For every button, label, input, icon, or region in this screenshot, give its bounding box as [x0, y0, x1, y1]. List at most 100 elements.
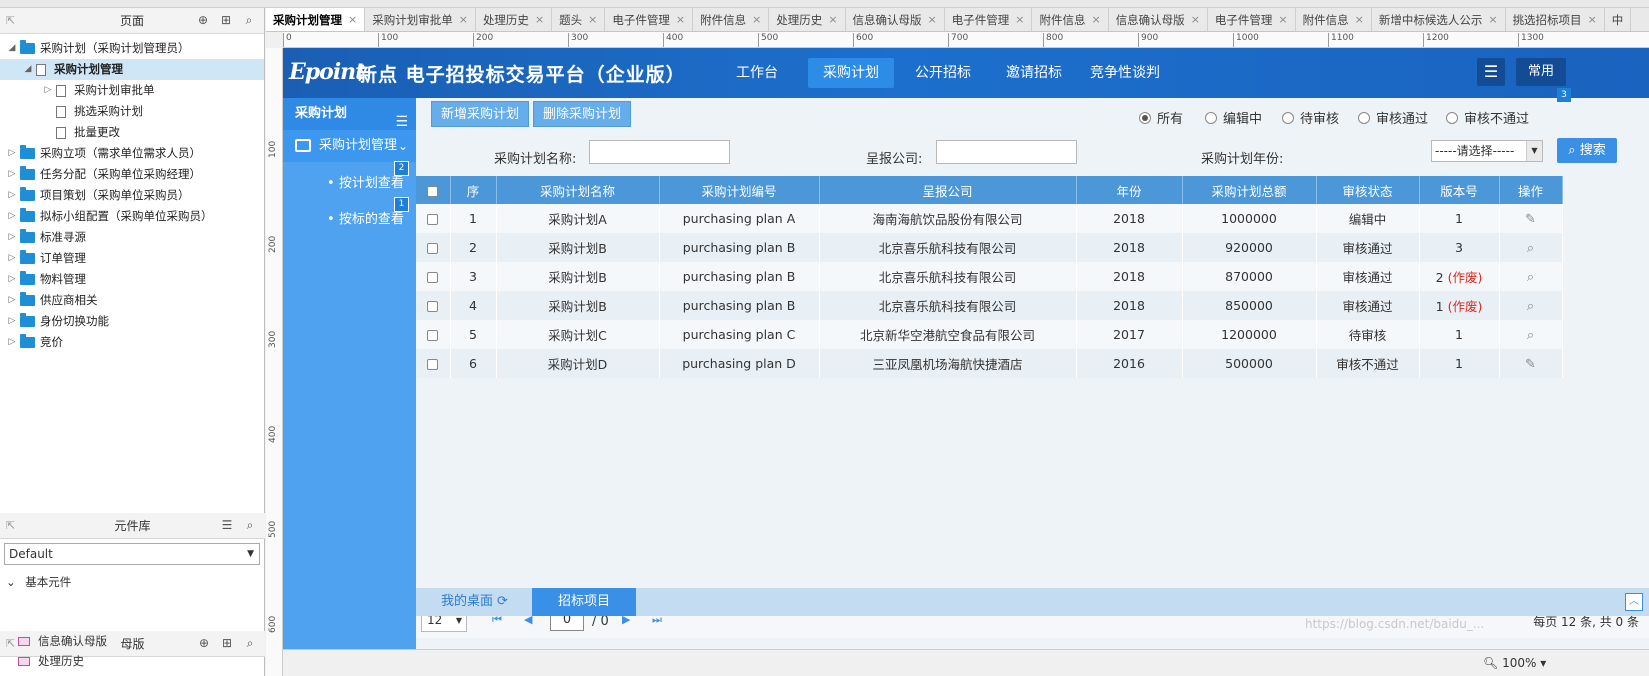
table-row[interactable]: 3 采购计划B purchasing plan B 北京喜乐航科技有限公司 2018 87… [416, 262, 1563, 291]
chevron-right-icon[interactable]: ▷ [6, 206, 18, 227]
tree-item[interactable]: ▷ 供应商相关 [0, 290, 264, 311]
select-all-cell[interactable] [416, 176, 451, 204]
chevron-right-icon[interactable]: ▷ [6, 143, 18, 164]
master-item[interactable]: 处理历史 [18, 651, 84, 671]
operation-cell[interactable]: ⌕ [1499, 262, 1563, 291]
table-row[interactable]: 2 采购计划B purchasing plan B 北京喜乐航科技有限公司 2018 92… [416, 233, 1563, 262]
tab-my-desktop[interactable]: 我的桌面 ⟳ [441, 588, 508, 616]
close-icon[interactable]: × [752, 8, 761, 31]
tree-item[interactable]: ▷ 采购立项（需求单位需求人员） [0, 143, 264, 164]
document-tab[interactable]: 电子件管理 × [1208, 8, 1296, 31]
document-tab[interactable]: 附件信息 × [693, 8, 770, 31]
close-icon[interactable]: × [1355, 8, 1364, 31]
operation-cell[interactable]: ✎ [1499, 204, 1563, 233]
chevron-right-icon[interactable]: ▷ [6, 185, 18, 206]
menu-icon[interactable]: ☰ [220, 518, 234, 533]
row-checkbox[interactable] [427, 359, 439, 370]
nav-item-workbench[interactable]: 工作台 [721, 58, 793, 88]
document-tab[interactable]: 题头 × [552, 8, 606, 31]
zoom-level[interactable]: 🔍︎ 100% ▾ [1483, 656, 1546, 670]
close-icon[interactable]: × [1015, 8, 1024, 31]
chevron-down-icon[interactable]: ◢ [22, 59, 34, 80]
checkbox-cell[interactable] [416, 291, 451, 320]
filter-radio-editing[interactable]: 编辑中 [1205, 108, 1262, 127]
document-tab[interactable]: 处理历史 × [476, 8, 553, 31]
library-select[interactable]: Default ▼ [4, 543, 260, 565]
tree-item[interactable]: ▷ 身份切换功能 [0, 311, 264, 332]
search-icon[interactable]: ⌕ [243, 518, 257, 533]
add-folder-icon[interactable]: ⊞ [220, 636, 234, 651]
library-basic-item[interactable]: ⌄ 基本元件 [6, 574, 71, 590]
close-icon[interactable]: × [928, 8, 937, 31]
tree-item[interactable]: ◢ 采购计划（采购计划管理员） [0, 38, 264, 59]
chevron-right-icon[interactable]: ▷ [6, 227, 18, 248]
close-icon[interactable]: × [1278, 8, 1287, 31]
chevron-right-icon[interactable]: ▷ [6, 164, 18, 185]
add-master-icon[interactable]: ⊕ [197, 636, 211, 651]
document-tab[interactable]: 挑选招标项目 × [1506, 8, 1605, 31]
nav-item-procurement-plan[interactable]: 采购计划 [808, 58, 894, 88]
year-select[interactable]: -----请选择----- ▼ [1431, 140, 1543, 162]
delete-plan-button[interactable]: 删除采购计划 [533, 101, 632, 127]
row-checkbox[interactable] [427, 301, 439, 312]
nav-item-public-tender[interactable]: 公开招标 [900, 58, 986, 88]
pencil-icon[interactable]: ✎ [1525, 212, 1536, 227]
operation-cell[interactable]: ⌕ [1499, 233, 1563, 262]
tree-item[interactable]: ▷ 采购计划审批单 [0, 80, 264, 101]
filter-radio-all[interactable]: 所有 [1139, 108, 1183, 127]
tree-item[interactable]: ▷ 任务分配（采购单位采购经理） [0, 164, 264, 185]
search-button[interactable]: ⌕ 搜索 [1557, 138, 1617, 163]
row-checkbox[interactable] [427, 214, 439, 225]
row-checkbox[interactable] [427, 330, 439, 341]
document-tab[interactable]: 信息确认母版 × [846, 8, 945, 31]
table-row[interactable]: 6 采购计划D purchasing plan D 三亚凤凰机场海航快捷酒店 2016 5… [416, 349, 1563, 378]
close-icon[interactable]: × [1588, 8, 1597, 31]
add-plan-button[interactable]: 新增采购计划 [431, 101, 530, 127]
common-button[interactable]: 常用 [1516, 58, 1566, 86]
row-checkbox[interactable] [427, 243, 439, 254]
pencil-icon[interactable]: ✎ [1525, 357, 1536, 372]
magnifier-icon[interactable]: ⌕ [1527, 328, 1534, 343]
magnifier-icon[interactable]: ⌕ [1527, 270, 1534, 285]
search-icon[interactable]: ⌕ [243, 636, 257, 651]
checkbox-cell[interactable] [416, 233, 451, 262]
tree-item[interactable]: 挑选采购计划 [0, 101, 264, 122]
search-icon[interactable]: ⌕ [242, 13, 256, 28]
chevron-right-icon[interactable]: ▷ [6, 248, 18, 269]
chevron-right-icon[interactable]: ▷ [42, 80, 54, 101]
filter-radio-pending[interactable]: 待审核 [1282, 108, 1339, 127]
chevron-right-icon[interactable]: ▷ [6, 311, 18, 332]
tree-item[interactable]: ▷ 拟标小组配置（采购单位采购员） [0, 206, 264, 227]
nav-item-negotiation[interactable]: 竞争性谈判 [1075, 58, 1175, 88]
menu-icon[interactable]: ☰ [1477, 58, 1505, 86]
close-icon[interactable]: × [459, 8, 468, 31]
table-row[interactable]: 1 采购计划A purchasing plan A 海南海航饮品股份有限公司 2018 1… [416, 204, 1563, 233]
document-tab[interactable]: 采购计划审批单 × [365, 8, 476, 31]
tree-item[interactable]: ▷ 标准寻源 [0, 227, 264, 248]
nav-item-invited-tender[interactable]: 邀请招标 [991, 58, 1077, 88]
tree-item[interactable]: ◢ 采购计划管理 [0, 59, 264, 80]
magnifier-icon[interactable]: ⌕ [1527, 241, 1534, 256]
document-tab[interactable]: 附件信息 × [1296, 8, 1372, 31]
table-row[interactable]: 4 采购计划B purchasing plan B 北京喜乐航科技有限公司 2018 85… [416, 291, 1563, 320]
checkbox-cell[interactable] [416, 349, 451, 378]
close-icon[interactable]: × [348, 8, 357, 31]
close-icon[interactable]: × [828, 8, 837, 31]
select-all-checkbox[interactable] [427, 185, 439, 197]
checkbox-cell[interactable] [416, 320, 451, 349]
tree-item[interactable]: ▷ 项目策划（采购单位采购员） [0, 185, 264, 206]
checkbox-cell[interactable] [416, 204, 451, 233]
document-tab[interactable]: 电子件管理 × [605, 8, 694, 31]
tree-item[interactable]: ▷ 物料管理 [0, 269, 264, 290]
filter-radio-approved[interactable]: 审核通过 [1358, 108, 1428, 127]
side-nav-group[interactable]: 采购计划管理 ⌄ [283, 130, 416, 162]
company-input[interactable] [936, 140, 1077, 164]
close-icon[interactable]: × [1191, 8, 1200, 31]
operation-cell[interactable]: ✎ [1499, 349, 1563, 378]
document-tab[interactable]: 处理历史 × [769, 8, 846, 31]
close-icon[interactable]: × [535, 8, 544, 31]
document-tab[interactable]: 采购计划管理 × [266, 8, 366, 31]
document-tab[interactable]: 附件信息 × [1032, 8, 1109, 31]
chevron-right-icon[interactable]: ▷ [6, 332, 18, 353]
refresh-icon[interactable]: ⟳ [497, 594, 508, 609]
